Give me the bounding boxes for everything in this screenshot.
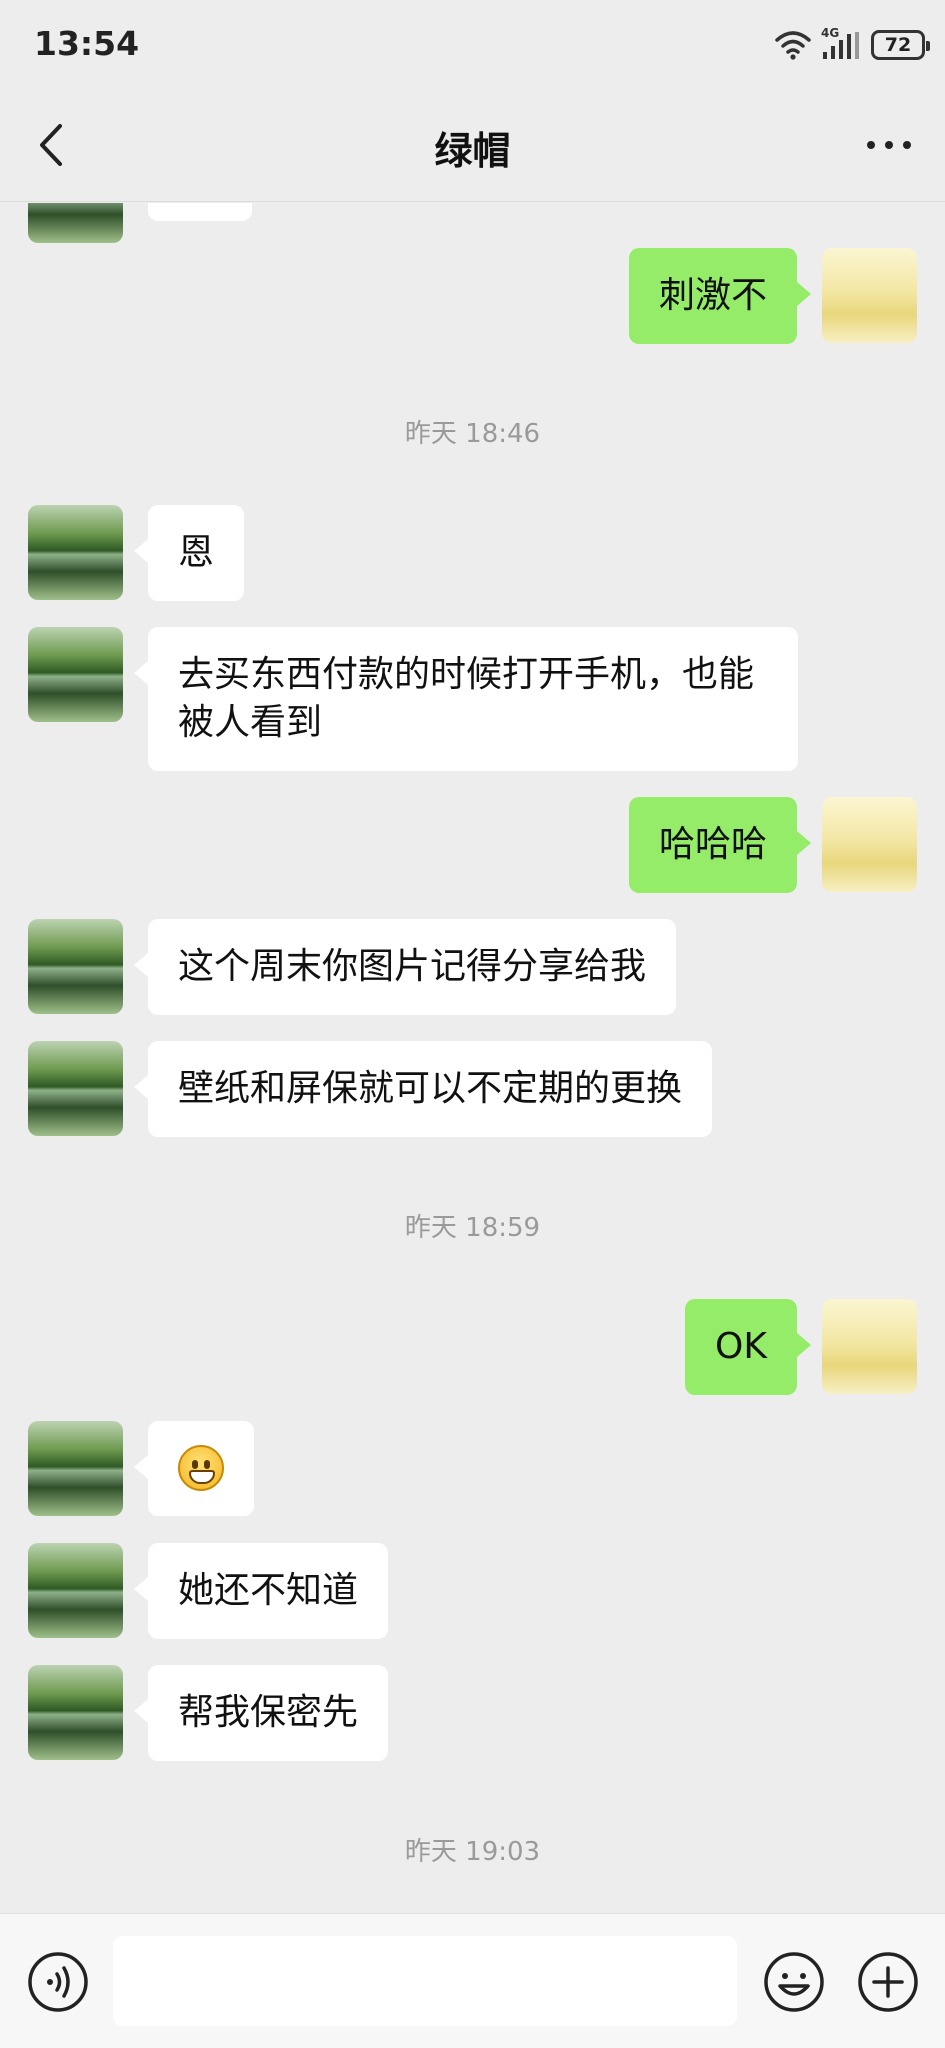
my-avatar[interactable] xyxy=(822,1299,917,1394)
contact-avatar[interactable] xyxy=(28,919,123,1014)
contact-avatar[interactable] xyxy=(28,1041,123,1136)
status-bar: 13:54 4G 72 xyxy=(0,0,945,90)
contact-avatar[interactable] xyxy=(28,627,123,722)
status-icons: 4G 72 xyxy=(775,26,930,62)
message-bubble-other[interactable]: 帮我保密先 xyxy=(133,1665,389,1761)
contact-avatar[interactable] xyxy=(28,505,123,600)
contact-avatar[interactable] xyxy=(28,203,123,243)
message-timestamp: 昨天 19:03 xyxy=(404,1837,541,1867)
message-bubble-other[interactable]: 她还不知道 xyxy=(133,1543,389,1639)
message-bubble-other[interactable]: 去买东西付款的时候打开手机，也能被人看到 xyxy=(134,627,798,771)
message-bubble-mine[interactable]: 刺激不 xyxy=(628,248,812,344)
message-bubble-other[interactable]: 恩 xyxy=(133,505,245,601)
contact-avatar[interactable] xyxy=(28,1543,123,1638)
status-time: 13:54 xyxy=(34,24,140,63)
chat-header: 绿帽 xyxy=(0,90,945,202)
more-dots-icon[interactable] xyxy=(859,120,919,170)
message-bubble-other[interactable]: 壁纸和屏保就可以不定期的更换 xyxy=(133,1041,713,1137)
cellular-signal: 4G xyxy=(821,26,861,60)
input-bar xyxy=(0,1913,945,2048)
battery-level: 72 xyxy=(884,34,912,56)
contact-avatar[interactable] xyxy=(28,1421,123,1516)
message-bubble-mine[interactable]: OK xyxy=(685,1299,811,1395)
wifi-icon xyxy=(775,31,811,60)
my-avatar[interactable] xyxy=(822,248,917,343)
grinning-face-icon xyxy=(178,1445,224,1491)
message-bubble-other[interactable] xyxy=(134,1421,254,1516)
message-timestamp: 昨天 18:46 xyxy=(404,419,541,449)
plus-icon[interactable] xyxy=(856,1950,920,2014)
signal-icon xyxy=(823,32,859,59)
message-timestamp: 昨天 18:59 xyxy=(404,1213,541,1243)
message-bubble-mine[interactable]: 哈哈哈 xyxy=(628,797,812,893)
voice-icon[interactable] xyxy=(26,1950,90,2014)
message-input[interactable] xyxy=(113,1936,737,2026)
message-bubble-other[interactable]: 这个周末你图片记得分享给我 xyxy=(133,919,677,1015)
contact-avatar[interactable] xyxy=(28,1665,123,1760)
chat-title: 绿帽 xyxy=(434,129,511,173)
battery-indicator: 72 xyxy=(871,30,930,60)
emoji-icon[interactable] xyxy=(762,1950,826,2014)
message-list[interactable]: 刺激不 昨天 18:46 恩 去买东西付款的时候打开手机，也能被人看到 哈哈哈 … xyxy=(0,203,945,1913)
partial-message-bubble xyxy=(148,203,252,221)
my-avatar[interactable] xyxy=(822,797,917,892)
